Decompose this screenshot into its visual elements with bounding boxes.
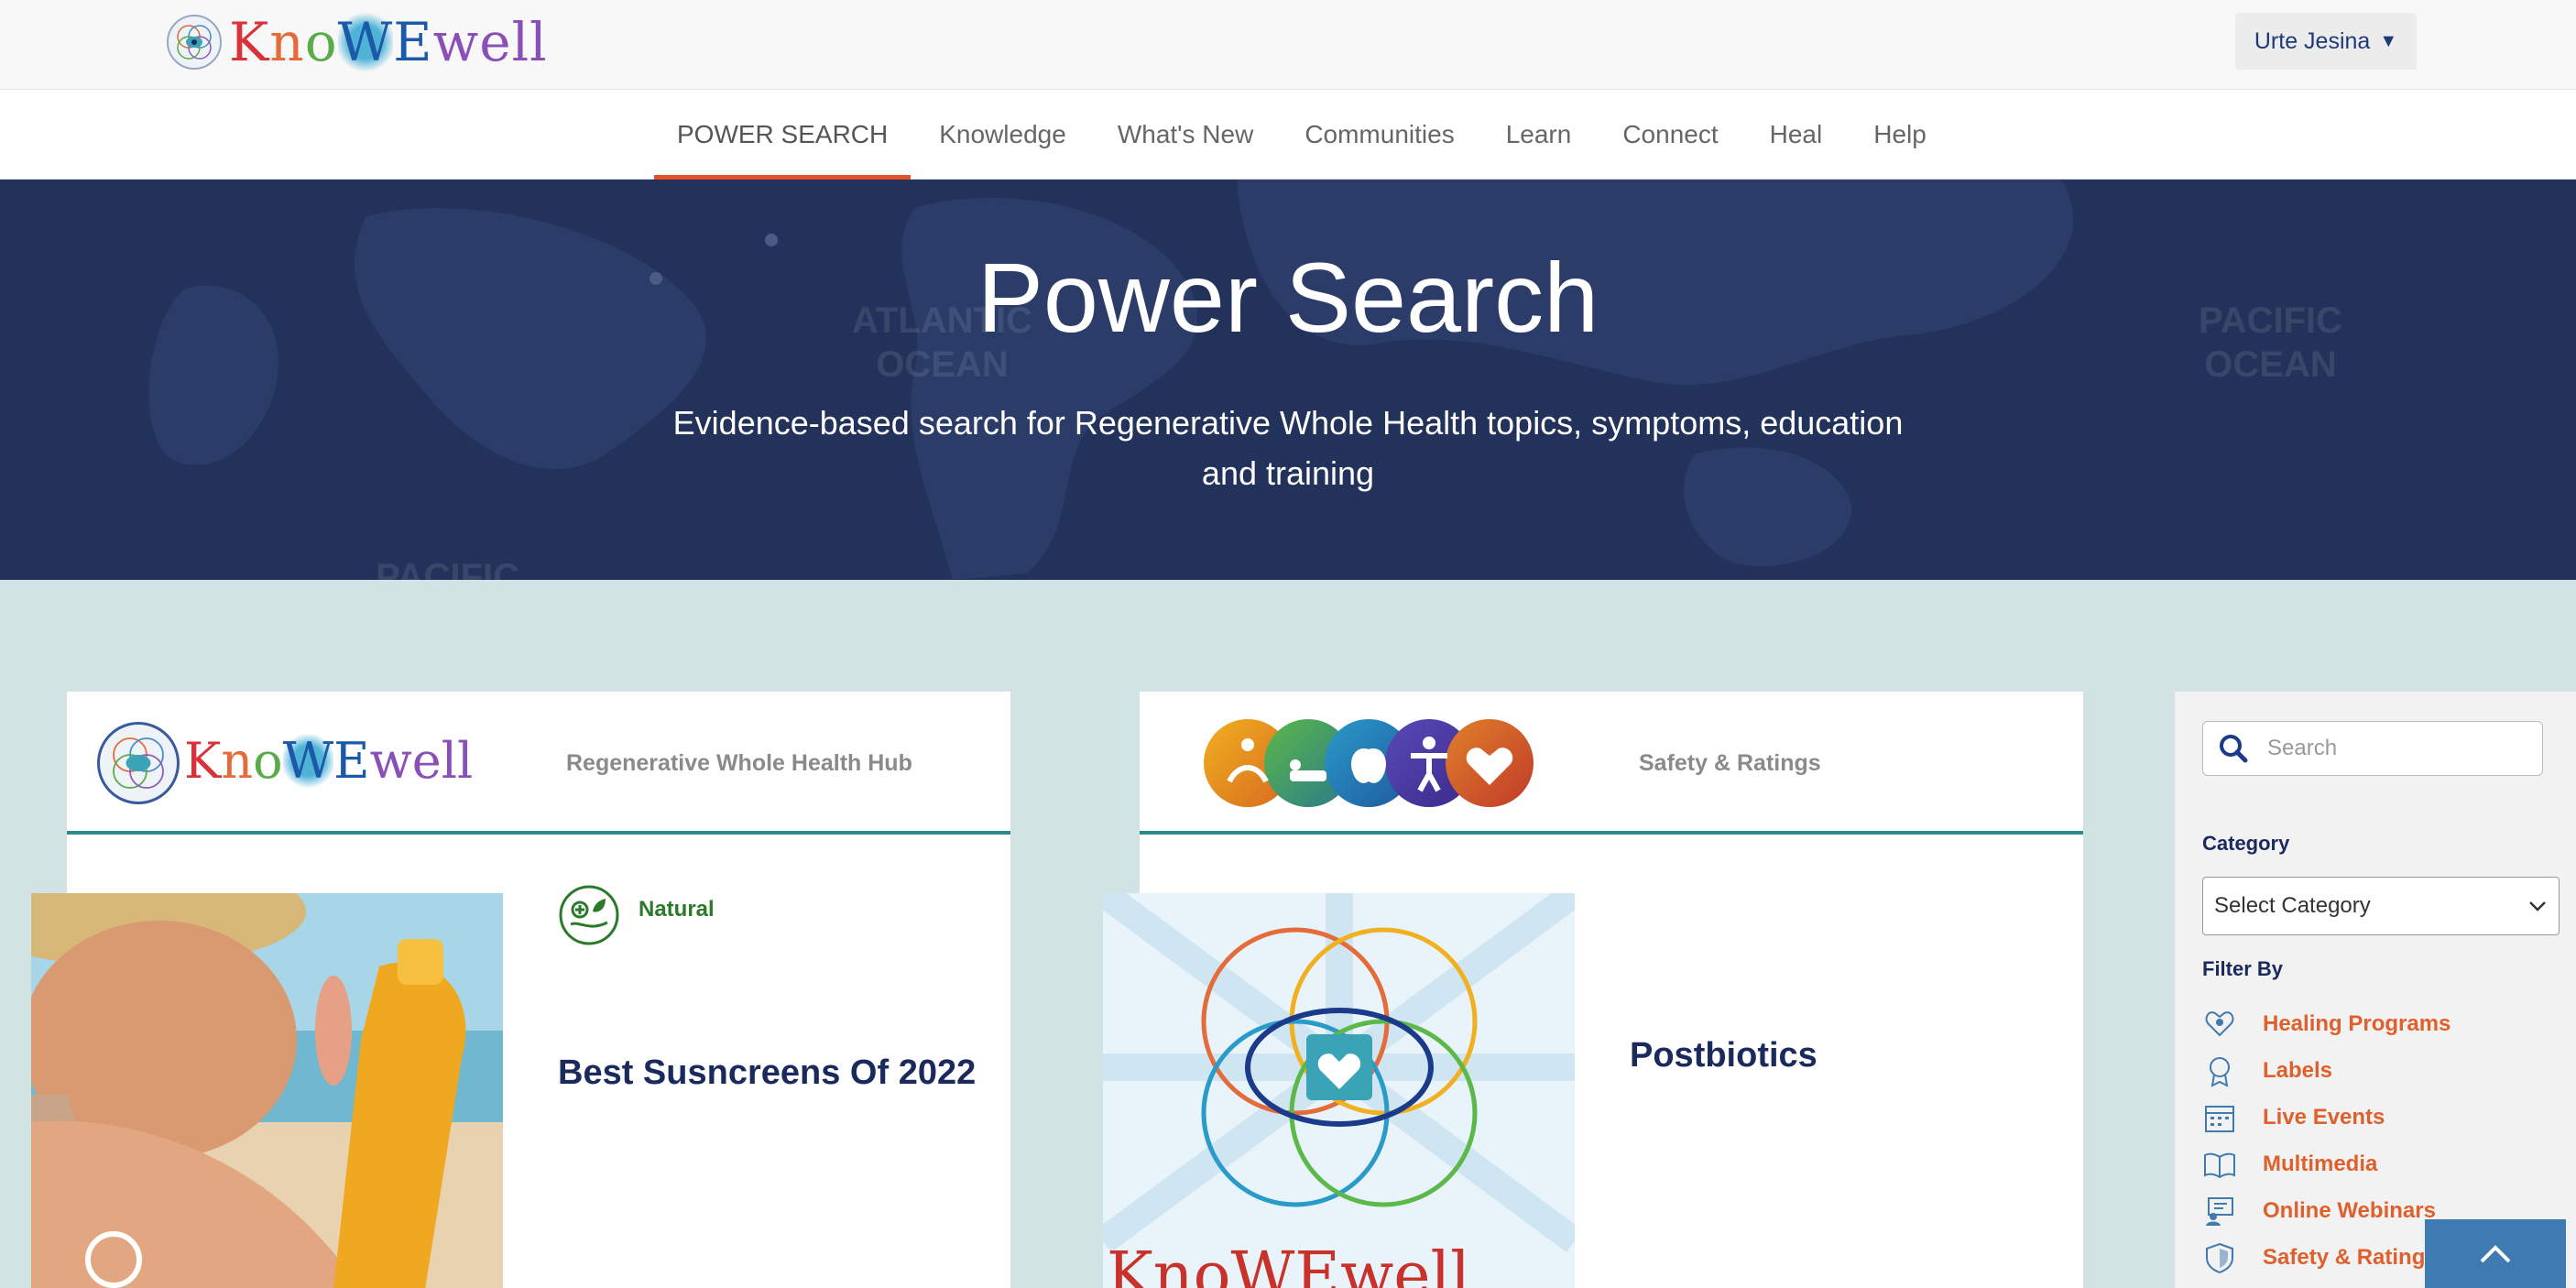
nav-help[interactable]: Help xyxy=(1850,90,1949,180)
caret-down-icon: ▼ xyxy=(2379,30,2398,51)
card-tag: Natural xyxy=(558,884,715,946)
nav-whats-new[interactable]: What's New xyxy=(1095,90,1277,180)
calendar-icon xyxy=(2202,1100,2237,1135)
sunscreen-photo xyxy=(31,893,503,1288)
card-title[interactable]: Postbiotics xyxy=(1630,1036,1817,1075)
logo-emblem-icon xyxy=(167,15,222,70)
site-logo[interactable]: KnoWEwell xyxy=(165,11,548,73)
top-bar: KnoWEwell Urte Jesina ▼ xyxy=(0,0,2576,90)
wellness-icons-banner xyxy=(1204,719,1534,807)
search-field[interactable] xyxy=(2202,721,2543,776)
filter-safety-ratings[interactable]: Safety & Ratings xyxy=(2202,1238,2438,1278)
filter-label: Live Events xyxy=(2263,1105,2385,1130)
filter-label: Multimedia xyxy=(2263,1152,2378,1176)
card-tag-label: Natural xyxy=(639,897,715,922)
category-select[interactable]: Select Category xyxy=(2202,877,2560,935)
filter-online-webinars[interactable]: Online Webinars xyxy=(2202,1191,2436,1231)
filter-by-label: Filter By xyxy=(2202,957,2284,980)
scroll-to-top-button[interactable] xyxy=(2425,1219,2566,1288)
filter-label: Labels xyxy=(2263,1058,2333,1083)
filter-label: Healing Programs xyxy=(2263,1011,2451,1036)
chevron-up-icon xyxy=(2480,1244,2511,1262)
main-nav: POWER SEARCH Knowledge What's New Commun… xyxy=(0,90,2576,180)
filter-healing-programs[interactable]: Healing Programs xyxy=(2202,1004,2450,1044)
nav-power-search[interactable]: POWER SEARCH xyxy=(654,90,911,180)
book-icon xyxy=(2202,1147,2237,1182)
page-title: Power Search xyxy=(977,242,1599,353)
natural-leaf-hand-icon xyxy=(559,885,619,945)
postbiotics-logo-image: KnoWEwell xyxy=(1103,893,1575,1288)
svg-text:KnoWEwell: KnoWEwell xyxy=(1107,1239,1470,1288)
search-input[interactable] xyxy=(2267,736,2524,761)
map-label-pacific-2: PACIFIC xyxy=(376,557,520,580)
award-icon xyxy=(2202,1053,2237,1088)
card-title[interactable]: Best Susncreens Of 2022 xyxy=(558,1053,976,1093)
filter-multimedia[interactable]: Multimedia xyxy=(2202,1144,2377,1184)
heart-hands-icon xyxy=(2202,1007,2237,1042)
nav-heal[interactable]: Heal xyxy=(1747,90,1846,180)
nav-knowledge[interactable]: Knowledge xyxy=(916,90,1089,180)
nav-communities[interactable]: Communities xyxy=(1282,90,1477,180)
card-image-sunscreen[interactable] xyxy=(31,893,503,1288)
filter-labels[interactable]: Labels xyxy=(2202,1051,2332,1091)
logo-emblem-icon xyxy=(97,722,180,804)
card-logo-wordmark: KnoWEwell xyxy=(184,732,474,790)
category-selected-value: Select Category xyxy=(2214,893,2371,918)
card-source-label: Safety & Ratings xyxy=(1639,749,1821,776)
logo-wordmark: KnoWEwell xyxy=(229,11,548,73)
page-subtitle: Evidence-based search for Regenerative W… xyxy=(672,404,1904,492)
card-header: Safety & Ratings xyxy=(1140,692,2083,835)
user-menu-button[interactable]: Urte Jesina ▼ xyxy=(2235,13,2417,70)
filter-label: Safety & Ratings xyxy=(2263,1245,2438,1270)
search-icon xyxy=(2220,735,2248,763)
filter-sidebar: Category Select Category Filter By Heali… xyxy=(2175,692,2576,1288)
hero-banner: ATLANTIC OCEAN PACIFIC OCEAN PACIFIC Power… xyxy=(0,180,2576,580)
chevron-down-icon xyxy=(2529,901,2546,911)
card-source-label: Regenerative Whole Health Hub xyxy=(566,749,912,776)
user-name: Urte Jesina xyxy=(2254,27,2371,54)
filter-live-events[interactable]: Live Events xyxy=(2202,1097,2385,1138)
card-header: KnoWEwell Regenerative Whole Health Hub xyxy=(67,692,1010,835)
category-label: Category xyxy=(2202,832,2290,855)
card-image-postbiotics[interactable]: KnoWEwell xyxy=(1103,893,1575,1288)
nav-learn[interactable]: Learn xyxy=(1483,90,1595,180)
result-card[interactable]: Safety & Ratings KnoWEwell Postbiotics xyxy=(1103,692,2083,1288)
result-card[interactable]: KnoWEwell Regenerative Whole Health Hub … xyxy=(31,692,1010,1288)
webinar-icon xyxy=(2202,1194,2237,1228)
shield-icon xyxy=(2202,1240,2237,1275)
filter-label: Online Webinars xyxy=(2263,1198,2436,1223)
nav-connect[interactable]: Connect xyxy=(1599,90,1741,180)
